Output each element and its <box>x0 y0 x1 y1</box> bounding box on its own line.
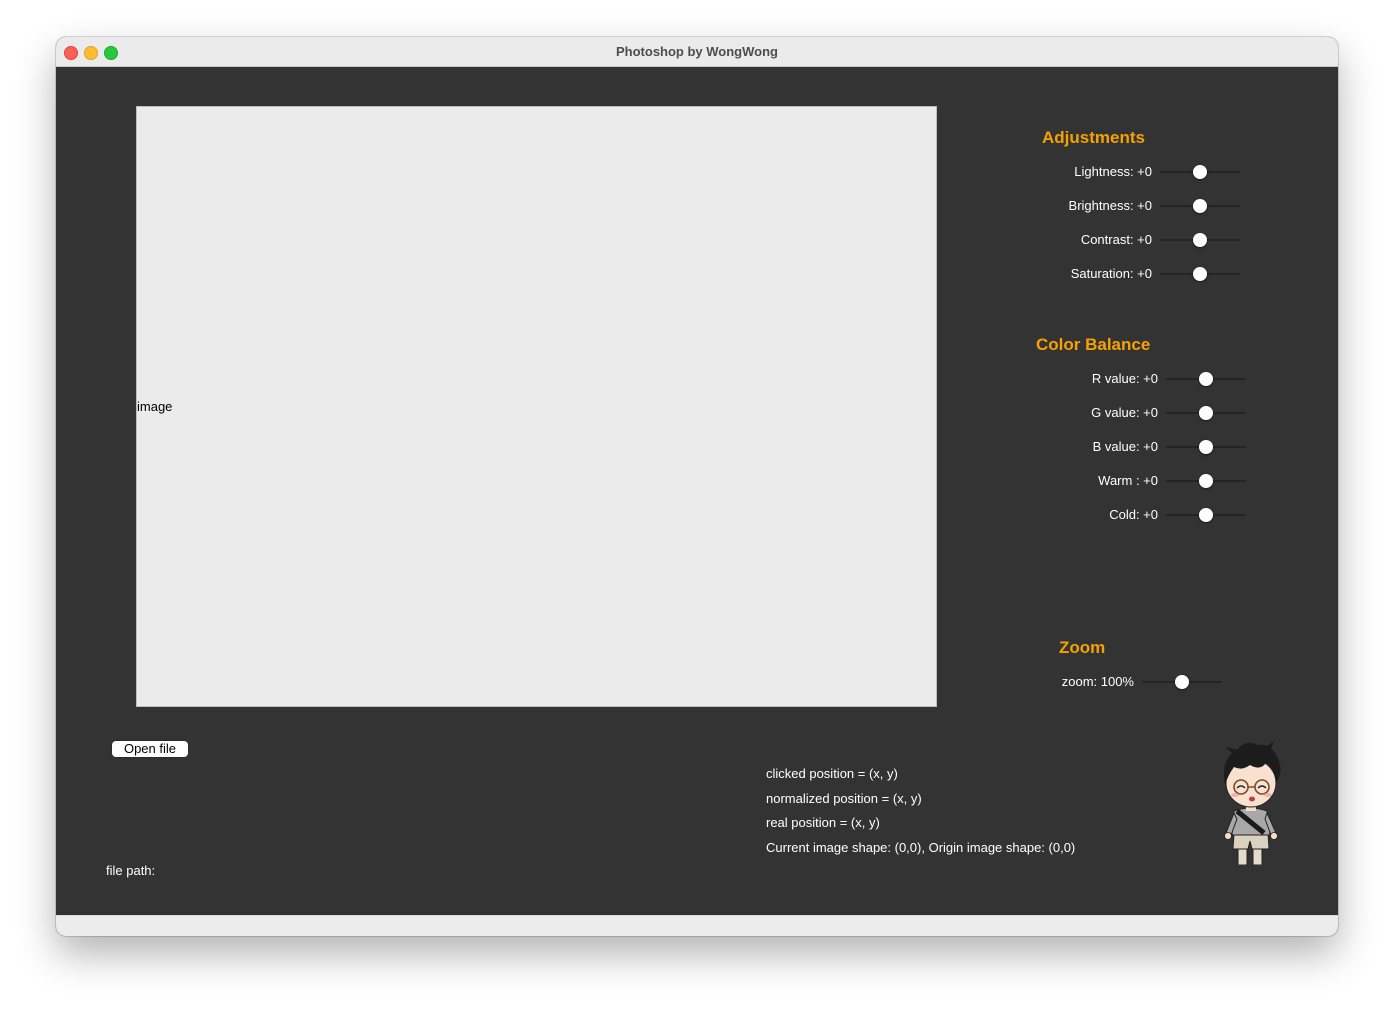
brightness-row: Brightness: +0 <box>1060 196 1240 216</box>
g-value-slider-thumb[interactable] <box>1199 406 1213 420</box>
zoom-slider-thumb[interactable] <box>1175 675 1189 689</box>
lightness-row: Lightness: +0 <box>1060 162 1240 182</box>
cold-row: Cold: +0 <box>1066 505 1246 525</box>
r-value-slider[interactable] <box>1166 369 1246 389</box>
saturation-slider[interactable] <box>1160 264 1240 284</box>
window-bottom-bar <box>56 915 1338 936</box>
title-bar: Photoshop by WongWong <box>56 37 1338 67</box>
image-canvas[interactable]: image <box>136 106 937 707</box>
b-value-row: B value: +0 <box>1066 437 1246 457</box>
brightness-slider-thumb[interactable] <box>1193 199 1207 213</box>
file-path-label: file path: <box>106 863 156 878</box>
normalized-position-text: normalized position = (x, y) <box>766 791 922 806</box>
r-value-row: R value: +0 <box>1066 369 1246 389</box>
image-placeholder-label: image <box>137 399 173 414</box>
saturation-label: Saturation: +0 <box>1070 266 1152 281</box>
real-position-text: real position = (x, y) <box>766 815 880 830</box>
brightness-label: Brightness: +0 <box>1068 198 1152 213</box>
avatar-mascot <box>1223 741 1281 872</box>
warm-slider[interactable] <box>1166 471 1246 491</box>
window-title: Photoshop by WongWong <box>616 44 778 59</box>
lightness-slider[interactable] <box>1160 162 1240 182</box>
b-value-slider-thumb[interactable] <box>1199 440 1213 454</box>
saturation-slider-thumb[interactable] <box>1193 267 1207 281</box>
color-balance-title: Color Balance <box>1036 335 1151 354</box>
r-value-slider-thumb[interactable] <box>1199 372 1213 386</box>
saturation-row: Saturation: +0 <box>1060 264 1240 284</box>
warm-slider-thumb[interactable] <box>1199 474 1213 488</box>
zoom-slider[interactable] <box>1142 672 1222 692</box>
warm-label: Warm : +0 <box>1098 473 1158 488</box>
g-value-label: G value: +0 <box>1091 405 1158 420</box>
g-value-row: G value: +0 <box>1066 403 1246 423</box>
b-value-slider[interactable] <box>1166 437 1246 457</box>
zoom-title: Zoom <box>1059 638 1106 657</box>
b-value-label: B value: +0 <box>1092 439 1158 454</box>
cold-slider[interactable] <box>1166 505 1246 525</box>
contrast-slider[interactable] <box>1160 230 1240 250</box>
clicked-position-text: clicked position = (x, y) <box>766 766 898 781</box>
lightness-label: Lightness: +0 <box>1074 164 1152 179</box>
zoom-row: zoom: 100% <box>1042 672 1222 692</box>
g-value-slider[interactable] <box>1166 403 1246 423</box>
warm-row: Warm : +0 <box>1066 471 1246 491</box>
r-value-label: R value: +0 <box>1091 371 1158 386</box>
brightness-slider[interactable] <box>1160 196 1240 216</box>
contrast-label: Contrast: +0 <box>1080 232 1152 247</box>
image-shape-text: Current image shape: (0,0), Origin image… <box>766 840 1076 855</box>
open-file-button[interactable]: Open file <box>112 741 188 757</box>
cold-label: Cold: +0 <box>1109 507 1158 522</box>
adjustments-title: Adjustments <box>1042 128 1145 147</box>
contrast-row: Contrast: +0 <box>1060 230 1240 250</box>
app-window: Photoshop by WongWong image Adjustments … <box>56 37 1338 936</box>
lightness-slider-thumb[interactable] <box>1193 165 1207 179</box>
contrast-slider-thumb[interactable] <box>1193 233 1207 247</box>
zoom-label: zoom: 100% <box>1061 674 1134 689</box>
cold-slider-thumb[interactable] <box>1199 508 1213 522</box>
